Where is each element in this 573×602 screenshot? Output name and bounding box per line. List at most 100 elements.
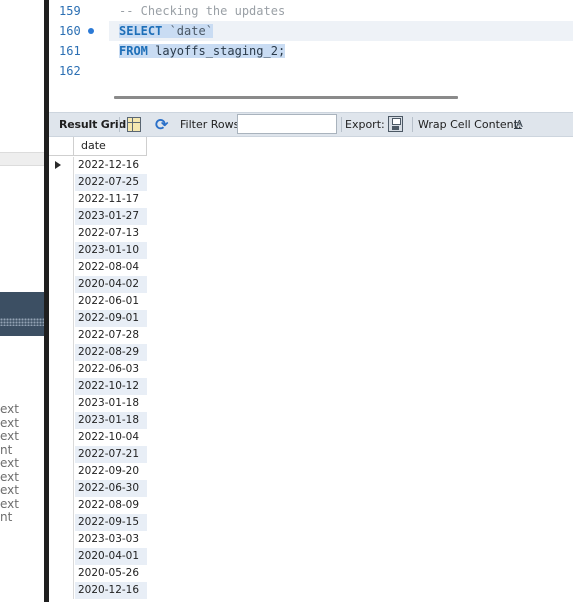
row-header[interactable] [49, 225, 74, 242]
row-header[interactable] [49, 361, 74, 378]
horizontal-scrollbar[interactable] [114, 96, 458, 99]
table-row[interactable]: 2022-07-28 [49, 327, 147, 344]
table-row[interactable]: 2022-06-03 [49, 361, 147, 378]
table-cell-date[interactable]: 2022-09-15 [75, 514, 147, 531]
row-header[interactable] [49, 565, 74, 582]
table-cell-date[interactable]: 2022-08-04 [75, 259, 147, 276]
result-toolbar: Result Grid ⟳ Filter Rows: Export: Wrap … [49, 112, 573, 137]
table-cell-date[interactable]: 2023-01-27 [75, 208, 147, 225]
sql-editor[interactable]: 159 -- Checking the updates 160 SELECT `… [49, 0, 573, 112]
table-row[interactable]: 2020-12-16 [49, 582, 147, 599]
table-cell-date[interactable]: 2022-06-03 [75, 361, 147, 378]
table-cell-date[interactable]: 2020-05-26 [75, 565, 147, 582]
row-header[interactable] [49, 310, 74, 327]
table-row[interactable]: 2022-07-13 [49, 225, 147, 242]
row-header[interactable] [49, 446, 74, 463]
table-row[interactable]: 2022-08-29 [49, 344, 147, 361]
table-cell-date[interactable]: 2022-08-29 [75, 344, 147, 361]
table-row[interactable]: 2022-07-25 [49, 174, 147, 191]
wrap-text-icon[interactable]: IA [514, 113, 523, 136]
row-header[interactable] [49, 497, 74, 514]
keyword-from: FROM [119, 44, 148, 58]
table-row[interactable]: 2022-10-04 [49, 429, 147, 446]
panel-header-band [0, 292, 44, 336]
table-row[interactable]: 2023-01-18 [49, 412, 147, 429]
row-header[interactable] [49, 412, 74, 429]
drag-handle[interactable] [0, 318, 44, 326]
table-row[interactable]: 2022-08-09 [49, 497, 147, 514]
save-icon[interactable] [388, 116, 403, 132]
line-number: 161 [59, 44, 81, 58]
row-header[interactable] [49, 259, 74, 276]
table-row[interactable]: 2020-04-02 [49, 276, 147, 293]
table-cell-date[interactable]: 2022-10-04 [75, 429, 147, 446]
row-header[interactable] [49, 480, 74, 497]
table-cell-date[interactable]: 2022-09-01 [75, 310, 147, 327]
table-cell-date[interactable]: 2023-01-18 [75, 412, 147, 429]
table-row[interactable]: 2023-01-10 [49, 242, 147, 259]
row-header[interactable] [49, 327, 74, 344]
table-row[interactable]: 2022-06-01 [49, 293, 147, 310]
row-header[interactable] [49, 157, 74, 174]
row-header[interactable] [49, 514, 74, 531]
table-cell-date[interactable]: 2022-12-16 [75, 157, 147, 174]
table-cell-date[interactable]: 2020-04-02 [75, 276, 147, 293]
line-number: 160 [49, 21, 109, 41]
row-header[interactable] [49, 548, 74, 565]
table-cell-date[interactable]: 2023-03-03 [75, 531, 147, 548]
row-header[interactable] [49, 463, 74, 480]
table-cell-date[interactable]: 2020-04-01 [75, 548, 147, 565]
result-grid[interactable]: date 2022-12-16 2022-07-25 2022-11-17 2023-… [49, 137, 573, 602]
row-header[interactable] [49, 429, 74, 446]
table-row[interactable]: 2023-03-03 [49, 531, 147, 548]
row-header[interactable] [49, 208, 74, 225]
row-header[interactable] [49, 293, 74, 310]
table-row[interactable]: 2022-08-04 [49, 259, 147, 276]
table-row[interactable]: 2022-11-17 [49, 191, 147, 208]
table-row[interactable]: 2023-01-27 [49, 208, 147, 225]
table-row[interactable]: 2022-12-16 [49, 157, 147, 174]
grid-icon[interactable] [127, 117, 141, 132]
table-cell-date[interactable]: 2022-11-17 [75, 191, 147, 208]
table-cell-date[interactable]: 2022-10-12 [75, 378, 147, 395]
row-header[interactable] [49, 242, 74, 259]
table-cell-date[interactable]: 2022-08-09 [75, 497, 147, 514]
row-header[interactable] [49, 378, 74, 395]
table-row[interactable]: 2022-09-20 [49, 463, 147, 480]
table-row[interactable]: 2022-09-01 [49, 310, 147, 327]
row-header[interactable] [49, 344, 74, 361]
table-row[interactable]: 2022-06-30 [49, 480, 147, 497]
column-header-date[interactable]: date [81, 137, 106, 155]
table-cell-date[interactable]: 2022-06-30 [75, 480, 147, 497]
table-row[interactable]: 2022-09-15 [49, 514, 147, 531]
grid-corner[interactable] [49, 137, 74, 155]
code-line[interactable]: FROM layoffs_staging_2; [119, 41, 286, 61]
row-header[interactable] [49, 174, 74, 191]
table-cell-date[interactable]: 2022-06-01 [75, 293, 147, 310]
table-row[interactable]: 2020-04-01 [49, 548, 147, 565]
code-line-current[interactable]: SELECT `date` [109, 21, 573, 41]
row-header[interactable] [49, 582, 74, 599]
result-grid-tab[interactable]: Result Grid [59, 113, 126, 136]
filter-rows-input[interactable] [237, 114, 337, 134]
table-cell-date[interactable]: 2022-09-20 [75, 463, 147, 480]
row-header[interactable] [49, 531, 74, 548]
table-cell-date[interactable]: 2020-12-16 [75, 582, 147, 599]
table-cell-date[interactable]: 2022-07-21 [75, 446, 147, 463]
table-row[interactable]: 2022-10-12 [49, 378, 147, 395]
row-header[interactable] [49, 395, 74, 412]
code-comment-line[interactable]: -- Checking the updates [119, 1, 285, 21]
table-cell-date[interactable]: 2023-01-18 [75, 395, 147, 412]
table-row[interactable]: 2020-05-26 [49, 565, 147, 582]
table-row[interactable]: 2023-01-18 [49, 395, 147, 412]
refresh-icon[interactable]: ⟳ [155, 113, 168, 136]
export-label: Export: [345, 118, 385, 131]
table-cell-date[interactable]: 2022-07-25 [75, 174, 147, 191]
table-cell-date[interactable]: 2023-01-10 [75, 242, 147, 259]
row-header[interactable] [49, 276, 74, 293]
table-cell-date[interactable]: 2022-07-13 [75, 225, 147, 242]
row-header[interactable] [49, 191, 74, 208]
list-item: ext [0, 483, 19, 497]
table-row[interactable]: 2022-07-21 [49, 446, 147, 463]
table-cell-date[interactable]: 2022-07-28 [75, 327, 147, 344]
